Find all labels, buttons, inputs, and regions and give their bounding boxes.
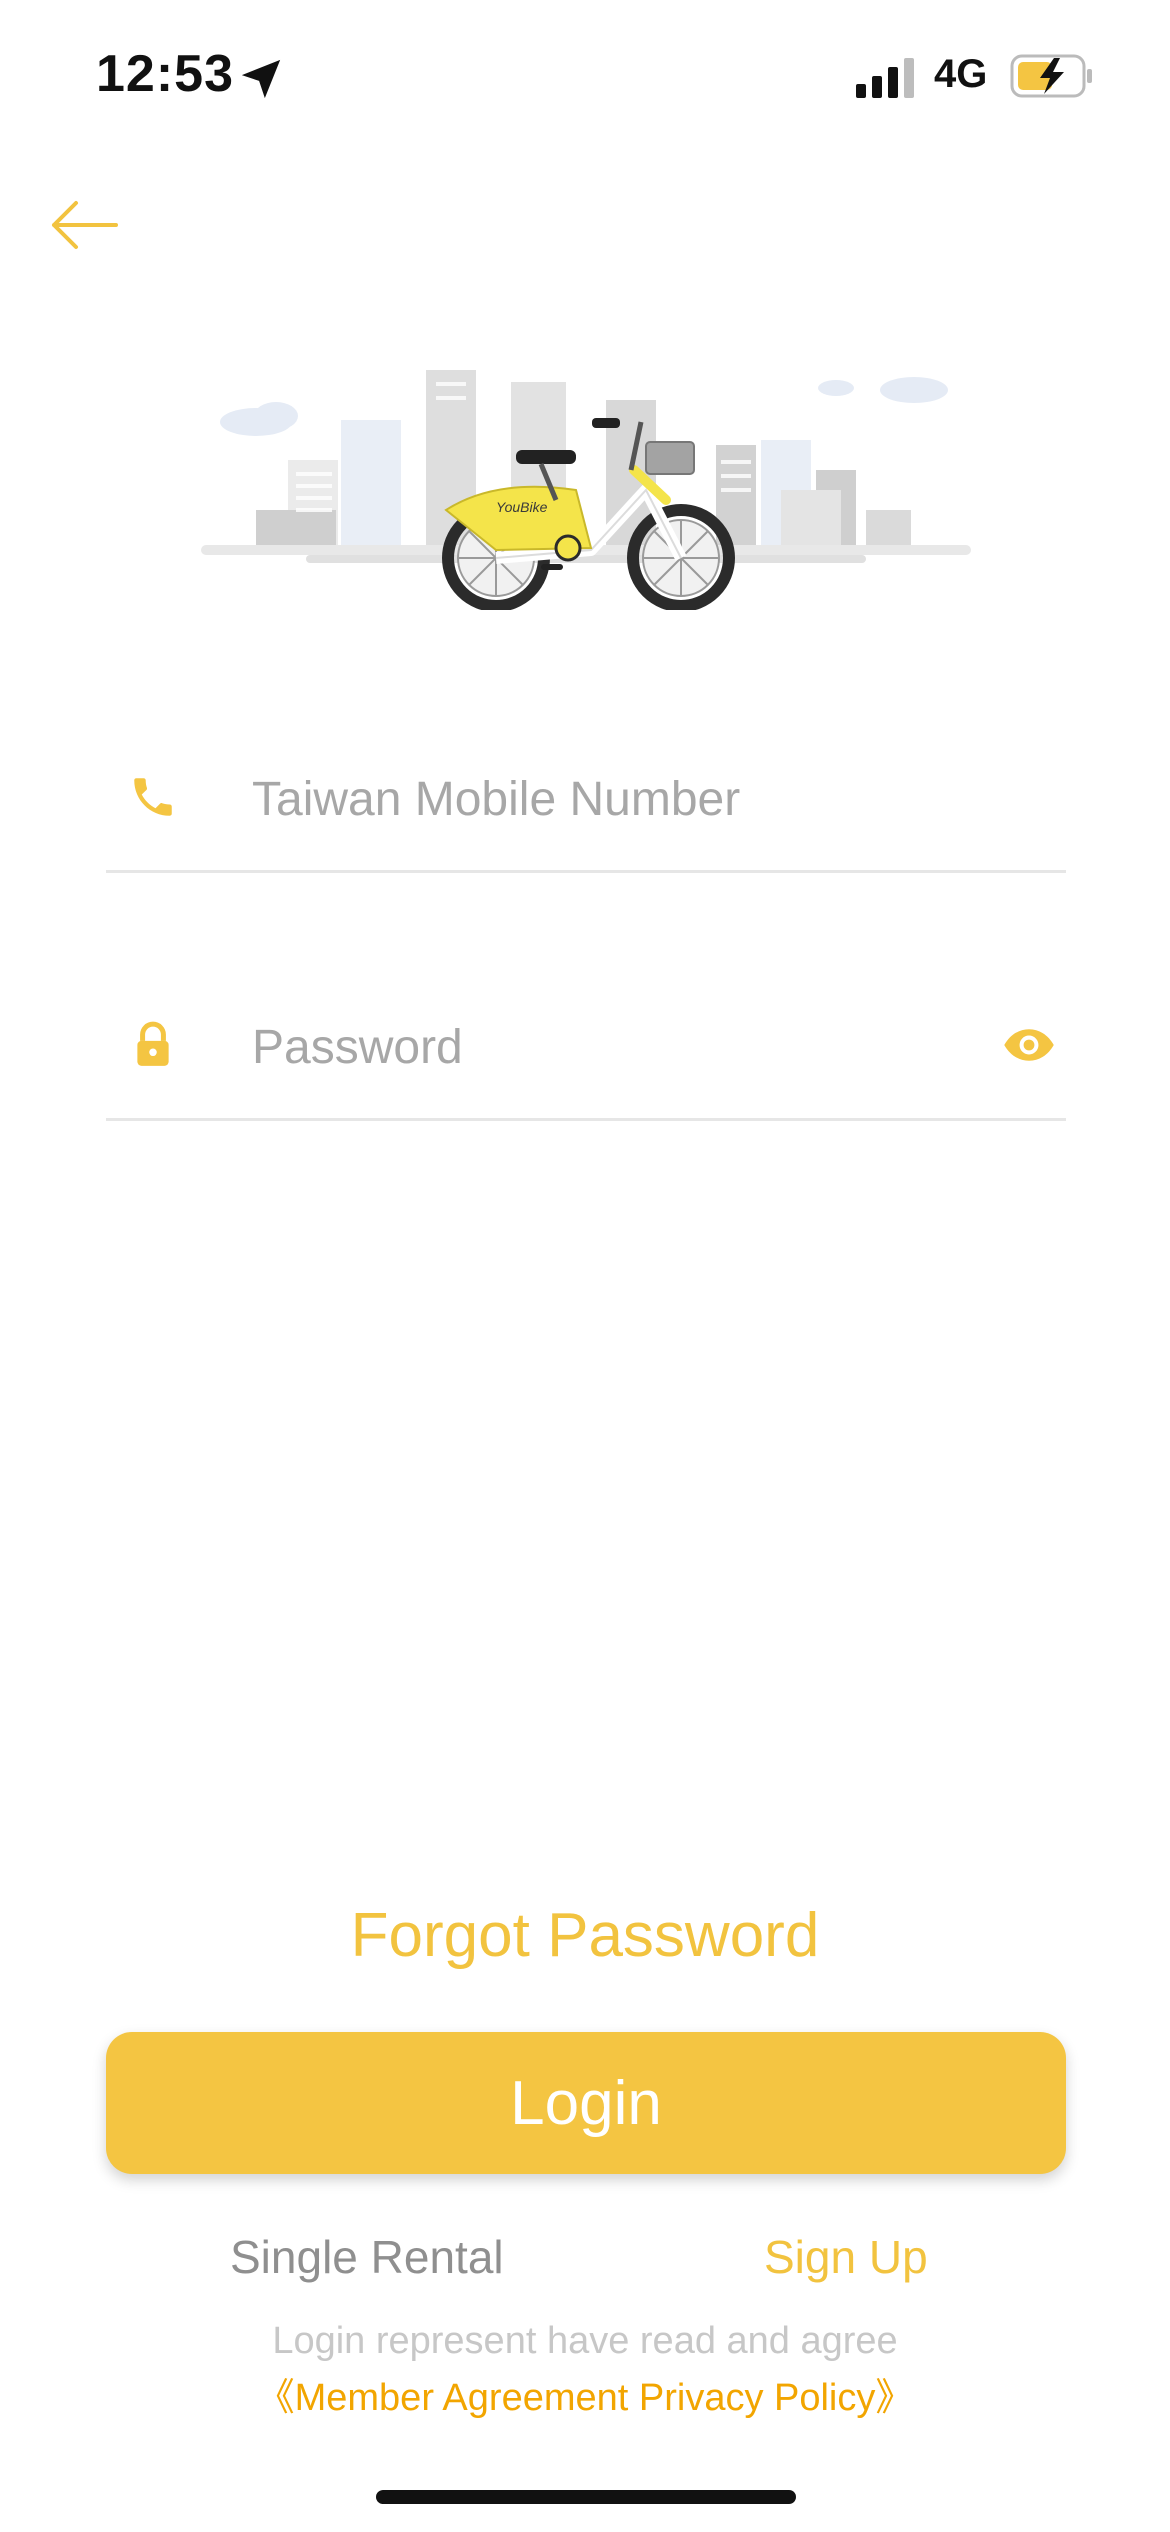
signal-icon [856,58,914,98]
password-field-row [106,968,1066,1121]
status-time: 12:53 [96,45,234,103]
password-input[interactable] [250,996,974,1098]
battery-charging-icon [1010,54,1092,98]
bike-city-illustration: YouBike [201,370,971,610]
login-button[interactable]: Login [106,2032,1066,2174]
member-agreement-privacy-policy-link[interactable]: 《Member Agreement Privacy Policy》 [0,2366,1170,2421]
svg-text:YouBike: YouBike [496,499,548,515]
phone-icon [134,778,172,816]
agreement-text: Login represent have read and agree [272,2320,898,2362]
phone-field-row [106,720,1066,873]
back-arrow-icon[interactable] [46,195,126,255]
network-type: 4G [934,52,988,96]
sign-up-link[interactable]: Sign Up [764,2230,928,2284]
single-rental-link[interactable]: Single Rental [230,2230,504,2284]
phone-input[interactable] [250,748,974,850]
lock-icon [137,1021,169,1066]
location-arrow-icon [241,59,281,99]
home-indicator [376,2490,796,2504]
forgot-password-link[interactable]: Forgot Password [0,1900,1170,1971]
eye-icon[interactable] [1002,1018,1056,1072]
